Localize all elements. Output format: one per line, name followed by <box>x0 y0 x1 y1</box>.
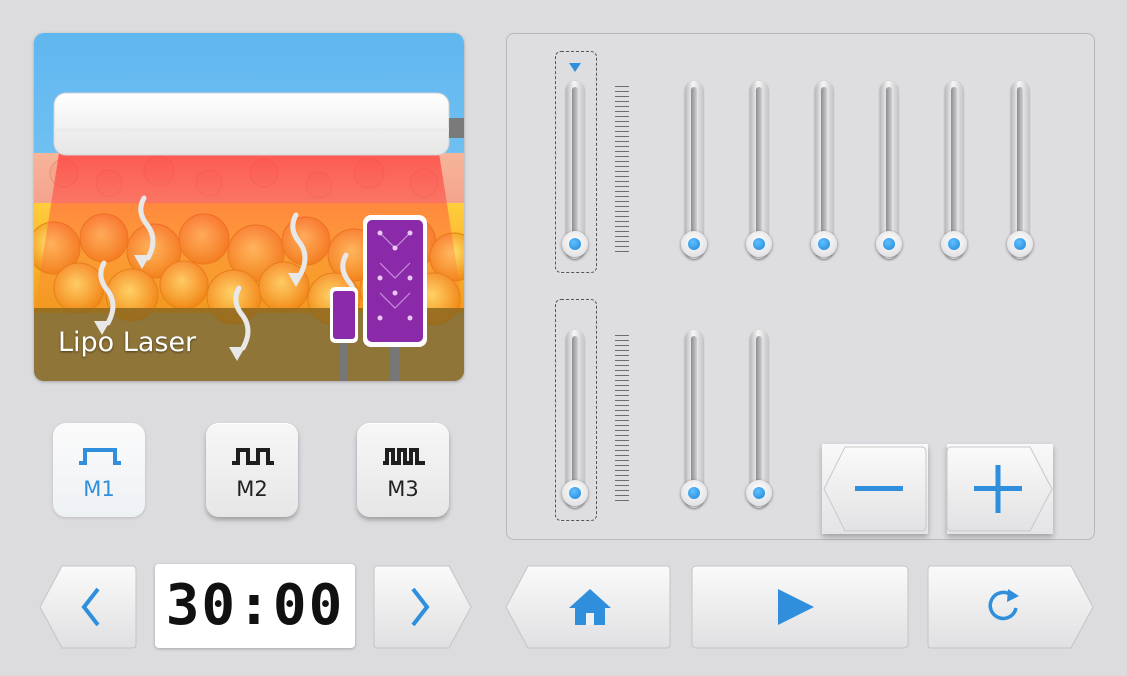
treatment-label: Lipo Laser <box>58 327 197 358</box>
start-button[interactable] <box>690 563 910 651</box>
slider-9-knob[interactable] <box>681 480 707 506</box>
mode-m3-label: M3 <box>387 477 419 501</box>
slider-8-knob[interactable] <box>562 480 588 506</box>
mode-m1-button[interactable]: M1 <box>53 423 145 517</box>
decrease-button-shape[interactable] <box>821 443 929 535</box>
double-pulse-icon <box>232 448 274 465</box>
slider-10-knob[interactable] <box>746 480 772 506</box>
slider-scale <box>615 86 629 252</box>
mode-m3-button[interactable]: M3 <box>357 423 449 517</box>
mode-m2-button[interactable]: M2 <box>206 423 298 517</box>
next-button[interactable] <box>373 563 473 651</box>
mode-m2-label: M2 <box>236 477 268 501</box>
mode-m1-label: M1 <box>83 477 115 501</box>
treatment-illustration: Lipo Laser <box>34 33 464 381</box>
home-button[interactable] <box>504 563 672 651</box>
increase-button-shape[interactable] <box>946 443 1056 535</box>
reset-button[interactable] <box>927 563 1095 651</box>
slider-3-knob[interactable] <box>746 231 772 257</box>
slider-1-knob[interactable] <box>562 231 588 257</box>
slider-5-knob[interactable] <box>876 231 902 257</box>
triple-pulse-icon <box>383 448 425 465</box>
slider-6-knob[interactable] <box>941 231 967 257</box>
timer-display: 30:00 <box>155 564 355 648</box>
prev-button[interactable] <box>38 563 138 651</box>
slider-7-knob[interactable] <box>1007 231 1033 257</box>
slider-4-knob[interactable] <box>811 231 837 257</box>
slider-scale-2 <box>615 335 629 501</box>
slider-2-knob[interactable] <box>681 231 707 257</box>
single-pulse-icon <box>79 448 121 465</box>
level-pointer-icon <box>569 63 581 72</box>
minus-icon <box>855 486 903 491</box>
